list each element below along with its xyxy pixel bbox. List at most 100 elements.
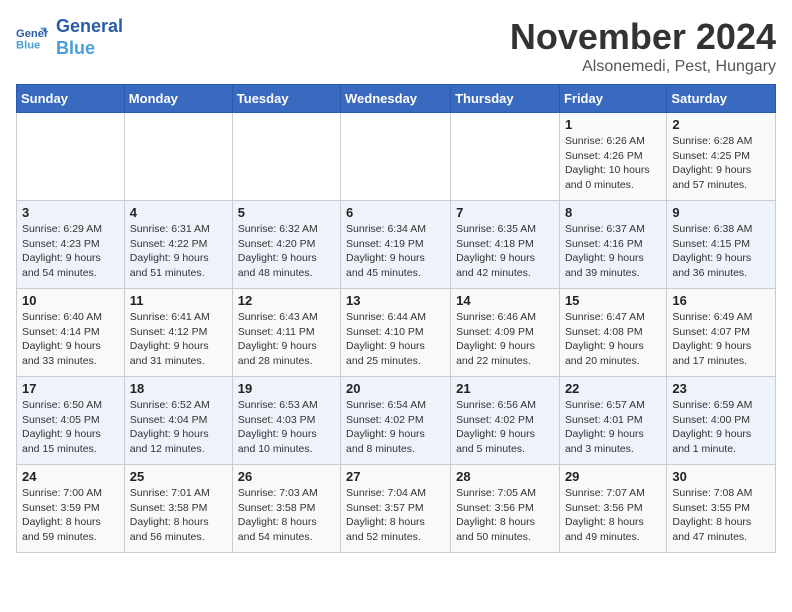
column-header-sunday: Sunday	[17, 85, 125, 113]
calendar-cell: 8 Sunrise: 6:37 AM Sunset: 4:16 PM Daylig…	[559, 201, 666, 289]
day-info: Sunrise: 6:46 AM Sunset: 4:09 PM Dayligh…	[456, 310, 554, 369]
title-block: November 2024 Alsonemedi, Pest, Hungary	[510, 16, 776, 76]
calendar-cell: 19Sunrise: 6:53 AM Sunset: 4:03 PM Dayli…	[232, 377, 340, 465]
day-info: Sunrise: 7:00 AM Sunset: 3:59 PM Dayligh…	[22, 486, 119, 545]
day-info: Sunrise: 6:59 AM Sunset: 4:00 PM Dayligh…	[672, 398, 770, 457]
calendar-cell: 1 Sunrise: 6:26 AM Sunset: 4:26 PM Daylig…	[559, 113, 666, 201]
calendar-cell	[232, 113, 340, 201]
calendar-cell: 9 Sunrise: 6:38 AM Sunset: 4:15 PM Daylig…	[667, 201, 776, 289]
calendar-cell: 28 Sunrise: 7:05 AM Sunset: 3:56 PM Dayli…	[451, 465, 560, 553]
calendar-cell: 22Sunrise: 6:57 AM Sunset: 4:01 PM Dayli…	[559, 377, 666, 465]
calendar-cell	[124, 113, 232, 201]
calendar-cell: 18 Sunrise: 6:52 AM Sunset: 4:04 PM Dayli…	[124, 377, 232, 465]
logo-line1: General	[56, 16, 123, 38]
column-header-wednesday: Wednesday	[341, 85, 451, 113]
column-header-thursday: Thursday	[451, 85, 560, 113]
day-info: Sunrise: 7:07 AM Sunset: 3:56 PM Dayligh…	[565, 486, 661, 545]
day-number: 27	[346, 469, 445, 484]
day-info: Sunrise: 6:44 AM Sunset: 4:10 PM Dayligh…	[346, 310, 445, 369]
calendar-cell: 4 Sunrise: 6:31 AM Sunset: 4:22 PM Daylig…	[124, 201, 232, 289]
day-number: 13	[346, 293, 445, 308]
day-number: 28	[456, 469, 554, 484]
calendar-week-row: 24 Sunrise: 7:00 AM Sunset: 3:59 PM Dayli…	[17, 465, 776, 553]
column-header-saturday: Saturday	[667, 85, 776, 113]
page-header: General Blue General Blue November 2024 …	[16, 16, 776, 76]
day-number: 25	[130, 469, 227, 484]
day-number: 19	[238, 381, 335, 396]
day-number: 18	[130, 381, 227, 396]
column-header-tuesday: Tuesday	[232, 85, 340, 113]
day-number: 11	[130, 293, 227, 308]
day-info: Sunrise: 6:40 AM Sunset: 4:14 PM Dayligh…	[22, 310, 119, 369]
calendar-cell: 20Sunrise: 6:54 AM Sunset: 4:02 PM Dayli…	[341, 377, 451, 465]
day-info: Sunrise: 6:43 AM Sunset: 4:11 PM Dayligh…	[238, 310, 335, 369]
day-number: 21	[456, 381, 554, 396]
svg-text:Blue: Blue	[16, 39, 40, 51]
location: Alsonemedi, Pest, Hungary	[510, 58, 776, 76]
day-info: Sunrise: 6:52 AM Sunset: 4:04 PM Dayligh…	[130, 398, 227, 457]
calendar-cell: 3Sunrise: 6:29 AM Sunset: 4:23 PM Daylig…	[17, 201, 125, 289]
day-info: Sunrise: 6:26 AM Sunset: 4:26 PM Dayligh…	[565, 134, 661, 193]
calendar-week-row: 1 Sunrise: 6:26 AM Sunset: 4:26 PM Daylig…	[17, 113, 776, 201]
calendar-cell: 27 Sunrise: 7:04 AM Sunset: 3:57 PM Dayli…	[341, 465, 451, 553]
day-number: 9	[672, 205, 770, 220]
day-number: 16	[672, 293, 770, 308]
month-title: November 2024	[510, 16, 776, 58]
day-number: 8	[565, 205, 661, 220]
day-info: Sunrise: 6:38 AM Sunset: 4:15 PM Dayligh…	[672, 222, 770, 281]
calendar-cell: 17 Sunrise: 6:50 AM Sunset: 4:05 PM Dayli…	[17, 377, 125, 465]
calendar-cell: 16 Sunrise: 6:49 AM Sunset: 4:07 PM Dayli…	[667, 289, 776, 377]
day-number: 5	[238, 205, 335, 220]
logo: General Blue General Blue	[16, 16, 123, 59]
calendar-cell: 26 Sunrise: 7:03 AM Sunset: 3:58 PM Dayli…	[232, 465, 340, 553]
day-info: Sunrise: 7:08 AM Sunset: 3:55 PM Dayligh…	[672, 486, 770, 545]
calendar-cell: 5 Sunrise: 6:32 AM Sunset: 4:20 PM Daylig…	[232, 201, 340, 289]
day-info: Sunrise: 6:49 AM Sunset: 4:07 PM Dayligh…	[672, 310, 770, 369]
day-number: 4	[130, 205, 227, 220]
day-info: Sunrise: 6:50 AM Sunset: 4:05 PM Dayligh…	[22, 398, 119, 457]
day-info: Sunrise: 6:34 AM Sunset: 4:19 PM Dayligh…	[346, 222, 445, 281]
day-info: Sunrise: 7:01 AM Sunset: 3:58 PM Dayligh…	[130, 486, 227, 545]
calendar-cell: 29 Sunrise: 7:07 AM Sunset: 3:56 PM Dayli…	[559, 465, 666, 553]
day-number: 17	[22, 381, 119, 396]
day-number: 23	[672, 381, 770, 396]
day-info: Sunrise: 6:35 AM Sunset: 4:18 PM Dayligh…	[456, 222, 554, 281]
day-number: 15	[565, 293, 661, 308]
day-info: Sunrise: 7:05 AM Sunset: 3:56 PM Dayligh…	[456, 486, 554, 545]
column-header-monday: Monday	[124, 85, 232, 113]
day-number: 7	[456, 205, 554, 220]
day-info: Sunrise: 7:04 AM Sunset: 3:57 PM Dayligh…	[346, 486, 445, 545]
day-number: 24	[22, 469, 119, 484]
day-info: Sunrise: 6:29 AM Sunset: 4:23 PM Dayligh…	[22, 222, 119, 281]
calendar-week-row: 3Sunrise: 6:29 AM Sunset: 4:23 PM Daylig…	[17, 201, 776, 289]
calendar-cell: 14Sunrise: 6:46 AM Sunset: 4:09 PM Dayli…	[451, 289, 560, 377]
day-number: 26	[238, 469, 335, 484]
calendar-cell: 15Sunrise: 6:47 AM Sunset: 4:08 PM Dayli…	[559, 289, 666, 377]
day-number: 30	[672, 469, 770, 484]
day-number: 20	[346, 381, 445, 396]
calendar-cell: 11 Sunrise: 6:41 AM Sunset: 4:12 PM Dayli…	[124, 289, 232, 377]
calendar-cell: 2 Sunrise: 6:28 AM Sunset: 4:25 PM Daylig…	[667, 113, 776, 201]
calendar-cell: 10 Sunrise: 6:40 AM Sunset: 4:14 PM Dayli…	[17, 289, 125, 377]
logo-line2: Blue	[56, 38, 123, 60]
day-info: Sunrise: 6:41 AM Sunset: 4:12 PM Dayligh…	[130, 310, 227, 369]
day-number: 2	[672, 117, 770, 132]
calendar-cell: 13 Sunrise: 6:44 AM Sunset: 4:10 PM Dayli…	[341, 289, 451, 377]
day-info: Sunrise: 6:28 AM Sunset: 4:25 PM Dayligh…	[672, 134, 770, 193]
calendar-cell	[17, 113, 125, 201]
calendar-cell	[341, 113, 451, 201]
calendar-cell: 6Sunrise: 6:34 AM Sunset: 4:19 PM Daylig…	[341, 201, 451, 289]
column-header-friday: Friday	[559, 85, 666, 113]
day-info: Sunrise: 7:03 AM Sunset: 3:58 PM Dayligh…	[238, 486, 335, 545]
calendar: SundayMondayTuesdayWednesdayThursdayFrid…	[16, 84, 776, 553]
day-info: Sunrise: 6:37 AM Sunset: 4:16 PM Dayligh…	[565, 222, 661, 281]
calendar-cell: 21Sunrise: 6:56 AM Sunset: 4:02 PM Dayli…	[451, 377, 560, 465]
calendar-cell: 7 Sunrise: 6:35 AM Sunset: 4:18 PM Daylig…	[451, 201, 560, 289]
calendar-cell: 30 Sunrise: 7:08 AM Sunset: 3:55 PM Dayli…	[667, 465, 776, 553]
day-info: Sunrise: 6:31 AM Sunset: 4:22 PM Dayligh…	[130, 222, 227, 281]
day-number: 29	[565, 469, 661, 484]
day-number: 22	[565, 381, 661, 396]
day-info: Sunrise: 6:32 AM Sunset: 4:20 PM Dayligh…	[238, 222, 335, 281]
day-number: 1	[565, 117, 661, 132]
day-number: 10	[22, 293, 119, 308]
